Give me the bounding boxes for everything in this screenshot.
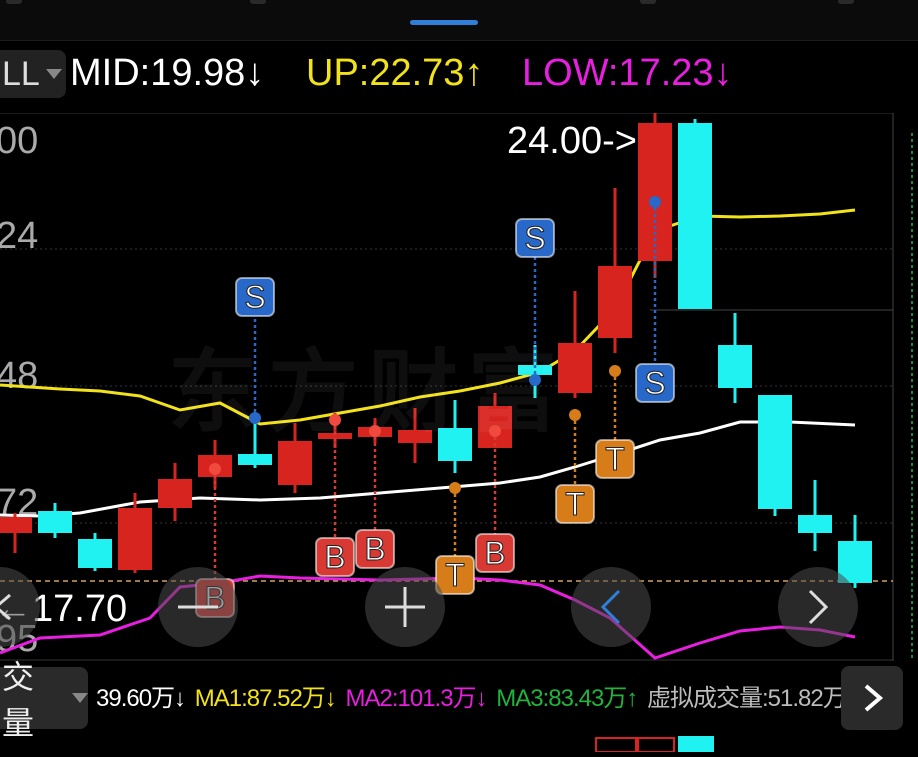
low-readout: LOW:17.23↓ (522, 52, 733, 95)
next-panel-button[interactable] (841, 666, 903, 730)
signal-dot (649, 196, 661, 208)
candlestick-chart[interactable]: 00 24 48 72 95 东方财富 BBBTBSSTTS 24.00-> ←… (0, 113, 918, 661)
signal-letter: B (484, 535, 505, 571)
signal-dot (569, 409, 581, 421)
volume-ma3: MA3:83.43万↑ (496, 685, 638, 712)
scroll-left-button[interactable] (571, 567, 651, 647)
tab-fragment[interactable] (838, 0, 854, 4)
mid-readout: MID:19.98↓ (70, 52, 264, 95)
zoom-out-button[interactable] (158, 567, 238, 647)
candle-down (38, 511, 72, 533)
low-arrow: ↓ (713, 52, 733, 94)
tab-fragment[interactable] (250, 0, 266, 4)
signal-dot (329, 414, 341, 426)
chevron-right-icon (808, 589, 829, 625)
signal-letter: S (524, 220, 545, 256)
candle-up (598, 266, 632, 338)
signal-dot (529, 374, 541, 386)
volume-bar (678, 736, 714, 752)
price-axis-label: 48 (0, 355, 38, 397)
active-tab-indicator (410, 20, 478, 25)
candle-down (78, 539, 112, 568)
up-value: UP:22.73 (306, 52, 465, 94)
volume-mode-label: 交量 (2, 659, 35, 741)
candle-down (238, 454, 272, 465)
caret-down-icon (72, 693, 88, 703)
price-axis-label: 00 (0, 120, 38, 162)
candle-down (798, 515, 832, 533)
signal-letter: S (244, 279, 265, 315)
mid-value: MID:19.98 (70, 52, 246, 94)
mid-arrow: ↓ (245, 52, 265, 94)
volume-bar (637, 737, 675, 753)
scroll-right-button[interactable] (778, 567, 858, 647)
candle-up (278, 441, 312, 485)
zoom-in-button[interactable] (365, 567, 445, 647)
volume-mode-select[interactable]: 交量 (0, 659, 88, 741)
signal-dot (449, 482, 461, 494)
chevron-right-icon (864, 684, 884, 712)
up-arrow: ↑ (464, 52, 484, 94)
candle-down (678, 123, 712, 309)
signal-dot (609, 365, 621, 377)
minus-icon (178, 605, 218, 609)
high-price-marker: 24.00-> (507, 120, 637, 162)
indicator-mode-select[interactable]: LL (0, 50, 66, 98)
volume-bar (595, 737, 637, 753)
candle-up (158, 479, 192, 508)
indicator-mode-label: LL (2, 54, 40, 93)
tab-fragment[interactable] (6, 0, 22, 4)
tab-fragment[interactable] (640, 0, 656, 4)
signal-letter: S (644, 365, 665, 401)
candle-down (718, 345, 752, 388)
virtual-volume: 虚拟成交量:51.82万 (646, 685, 847, 712)
volume-ma2: MA2:101.3万↓ (345, 685, 487, 712)
candle-up (118, 508, 152, 570)
chevron-left-icon (600, 589, 621, 625)
candle-up (0, 517, 32, 533)
chevron-left-icon (0, 593, 11, 621)
signal-dot (369, 425, 381, 437)
signal-letter: B (364, 531, 385, 567)
signal-letter: B (324, 539, 345, 575)
watermark: 东方财富 (168, 340, 568, 445)
price-axis-label: 24 (0, 215, 38, 257)
signal-letter: T (445, 557, 465, 593)
top-tab-bar (0, 0, 918, 41)
caret-down-icon (45, 69, 62, 79)
scroll-left-partial-button[interactable] (0, 567, 40, 647)
candle-down (758, 395, 792, 509)
signal-dot (249, 412, 261, 424)
volume-value: 39.60万↓ (96, 685, 186, 712)
volume-bars-fragment (0, 736, 918, 753)
signal-dot (489, 425, 501, 437)
signal-letter: T (605, 441, 625, 477)
plus-icon (385, 587, 425, 627)
up-readout: UP:22.73↑ (306, 52, 483, 95)
signal-dot (209, 463, 221, 475)
signal-letter: T (565, 486, 585, 522)
volume-readout: 39.60万↓ MA1:87.52万↓ MA2:101.3万↓ MA3:83.4… (96, 678, 850, 713)
low-value: LOW:17.23 (522, 52, 714, 94)
volume-ma1: MA1:87.52万↓ (194, 685, 337, 712)
